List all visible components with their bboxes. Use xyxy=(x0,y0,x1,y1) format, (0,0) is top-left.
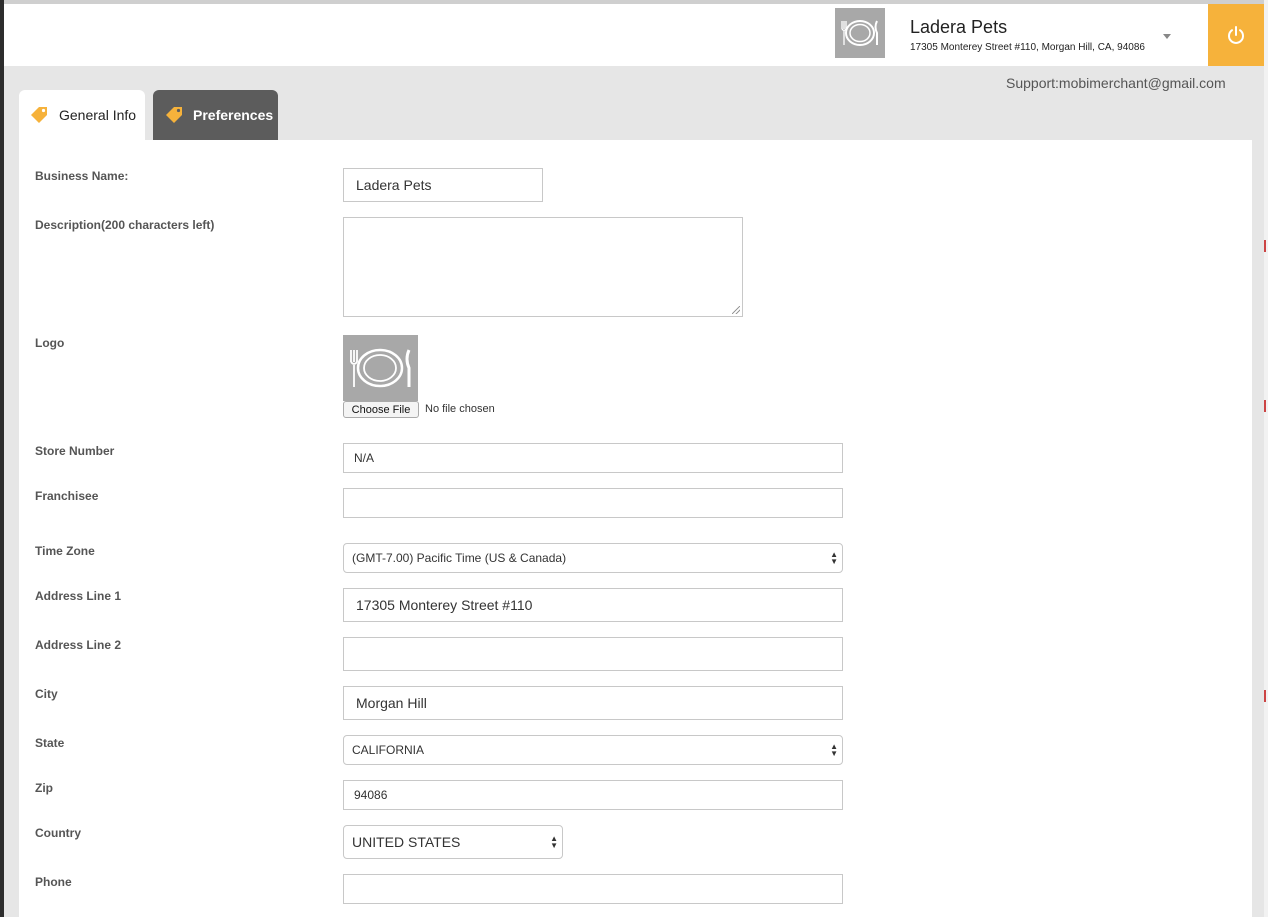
business-name-heading: Ladera Pets xyxy=(910,17,1008,37)
support-email: Support:mobimerchant@gmail.com xyxy=(1006,75,1226,91)
file-status-text: No file chosen xyxy=(425,403,495,415)
edge-marker xyxy=(1264,400,1266,412)
store-number-input[interactable]: N/A xyxy=(343,443,843,473)
phone-label: Phone xyxy=(35,875,72,889)
tag-icon xyxy=(31,107,47,123)
edge-marker xyxy=(1264,240,1266,252)
state-select[interactable]: CALIFORNIA ▲ ▼ xyxy=(343,735,843,765)
address-line-1-value: 17305 Monterey Street #110 xyxy=(356,597,533,613)
address-line-1-input[interactable]: 17305 Monterey Street #110 xyxy=(343,588,843,622)
plate-cutlery-icon xyxy=(835,8,885,58)
logo-label: Logo xyxy=(35,336,65,350)
select-arrows-icon: ▲ ▼ xyxy=(550,834,558,850)
window-frame-right xyxy=(1264,0,1268,917)
address-line-2-label: Address Line 2 xyxy=(35,638,122,652)
tab-general-info-label: General Info xyxy=(59,107,137,123)
time-zone-value: (GMT-7.00) Pacific Time (US & Canada) xyxy=(352,551,567,565)
address-line-2-input[interactable] xyxy=(343,637,843,671)
window-frame-left xyxy=(0,0,4,917)
edge-marker xyxy=(1264,690,1266,702)
power-icon xyxy=(1228,26,1244,44)
country-label: Country xyxy=(35,826,81,840)
country-select[interactable]: UNITED STATES ▲ ▼ xyxy=(343,825,563,859)
store-number-value: N/A xyxy=(354,451,375,465)
plate-cutlery-icon xyxy=(350,348,411,388)
city-input[interactable]: Morgan Hill xyxy=(343,686,843,720)
country-value: UNITED STATES xyxy=(352,834,461,850)
logout-button[interactable] xyxy=(1208,4,1264,66)
phone-input[interactable] xyxy=(343,874,843,904)
zip-input[interactable]: 94086 xyxy=(343,780,843,810)
franchisee-input[interactable] xyxy=(343,488,843,518)
tab-preferences-label: Preferences xyxy=(193,107,274,123)
store-number-label: Store Number xyxy=(35,444,115,458)
tag-icon xyxy=(166,107,182,123)
choose-file-button[interactable]: Choose File xyxy=(343,401,419,418)
address-line-1-label: Address Line 1 xyxy=(35,589,122,603)
top-header: Ladera Pets 17305 Monterey Street #110, … xyxy=(4,4,1264,66)
city-label: City xyxy=(35,687,58,701)
caret-down-icon[interactable] xyxy=(1163,34,1171,39)
state-label: State xyxy=(35,736,65,750)
description-label: Description(200 characters left) xyxy=(35,218,215,232)
logo-preview xyxy=(343,335,418,401)
time-zone-select[interactable]: (GMT-7.00) Pacific Time (US & Canada) ▲ ▼ xyxy=(343,543,843,573)
time-zone-label: Time Zone xyxy=(35,544,95,558)
business-name-input[interactable]: Ladera Pets xyxy=(343,168,543,202)
franchisee-label: Franchisee xyxy=(35,489,99,503)
business-address: 17305 Monterey Street #110, Morgan Hill,… xyxy=(910,42,1145,53)
tab-general-info[interactable]: General Info xyxy=(19,90,145,140)
city-value: Morgan Hill xyxy=(356,695,427,711)
zip-label: Zip xyxy=(35,781,53,795)
select-arrows-icon: ▲ ▼ xyxy=(830,550,838,566)
business-name-label: Business Name: xyxy=(35,169,129,183)
zip-value: 94086 xyxy=(354,788,388,802)
resize-grip-icon[interactable] xyxy=(732,306,740,314)
business-name-value: Ladera Pets xyxy=(356,177,432,193)
select-arrows-icon: ▲ ▼ xyxy=(830,742,838,758)
state-value: CALIFORNIA xyxy=(352,743,425,757)
description-textarea[interactable] xyxy=(343,217,743,317)
tab-preferences[interactable]: Preferences xyxy=(153,90,278,140)
